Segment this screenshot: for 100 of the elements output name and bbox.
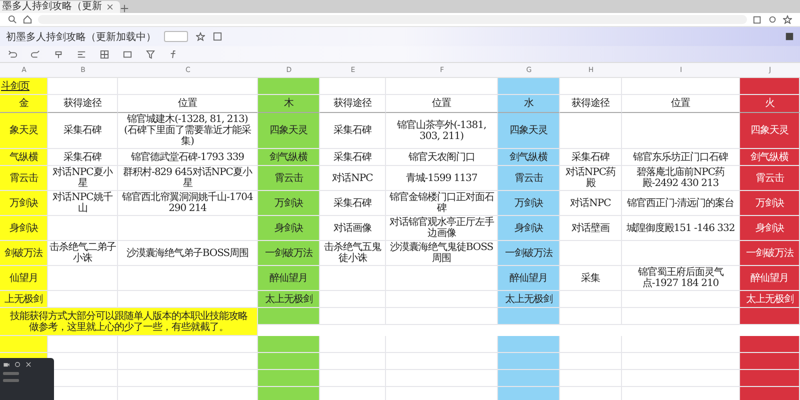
home-icon[interactable] (23, 15, 32, 24)
table-cell: 一剑破万法 (258, 241, 320, 266)
table-cell: 上无极剑 (0, 291, 48, 308)
header-cell: 水 (498, 95, 560, 113)
table-cell: 采集 (560, 266, 622, 291)
table-cell: 碧落庵北庙前NPC药殿-2492 430 213 (622, 166, 740, 191)
table-cell: 锦官城建木(-1328, 81, 213) (石碑下里面了需要靠近才能采集) (118, 113, 258, 149)
close-icon[interactable] (106, 3, 114, 11)
table-cell: 身剑诀 (740, 216, 800, 241)
panel-line (3, 379, 19, 382)
table-cell: 醉仙望月 (498, 266, 560, 291)
table-cell: 采集石碑 (320, 149, 386, 166)
border-icon[interactable] (100, 50, 109, 58)
table-cell: 对话锦官观水亭正厅左手边画像 (386, 216, 498, 241)
camera-icon[interactable] (3, 361, 10, 368)
header-cell: 获得途径 (48, 95, 118, 113)
table-cell: 对话NPC (560, 191, 622, 216)
table-cell: 霄云击 (498, 166, 560, 191)
star-icon[interactable] (196, 32, 205, 41)
table-cell: 身剑诀 (258, 216, 320, 241)
table-cell: 剑气纵横 (258, 149, 320, 166)
table-cell: 对话NPC夏小星 (48, 166, 118, 191)
table-cell: 万剑诀 (0, 191, 48, 216)
table-cell: 锦官东乐坊正门口石碑 (622, 149, 740, 166)
table-cell: 采集石碑 (48, 149, 118, 166)
table-cell: 沙漠囊海绝气弟子BOSS周围 (118, 241, 258, 266)
table-cell: 采集石碑 (48, 113, 118, 149)
table-cell: 一剑破万法 (740, 241, 800, 266)
search-icon[interactable] (8, 15, 17, 24)
table-cell: 锦官金锦楼门口正对面石碑 (386, 191, 498, 216)
table-cell: 气纵横 (0, 149, 48, 166)
settings-icon[interactable] (14, 361, 21, 368)
filter-icon[interactable] (146, 50, 155, 58)
header-cell: 获得途径 (320, 95, 386, 113)
table-cell: 剑破万法 (0, 241, 48, 266)
header-cell: 金 (0, 95, 48, 113)
table-cell: 锦官德武堂石碑-1793 339 (118, 149, 258, 166)
table-cell: 太上无极剑 (740, 291, 800, 308)
table-cell: 锦官西北帘翼洞洞姚千山-1704 290 214 (118, 191, 258, 216)
table-cell: 对话画像 (320, 216, 386, 241)
format-icon[interactable] (54, 50, 63, 58)
table-cell: 四象天灵 (498, 113, 560, 149)
favorite-icon[interactable] (783, 15, 792, 24)
note-text: 技能获得方式大部分可以跟随单人版本的本职业技能攻略做参考，这里就上心的少了一些，有些就截了。 (0, 308, 258, 336)
table-cell: 醉仙望月 (740, 266, 800, 291)
table-cell: 群积村-829 645对话NPC夏小星 (118, 166, 258, 191)
table-cell: 采集石碑 (320, 113, 386, 149)
table-cell: 霄云击 (0, 166, 48, 191)
header-cell: 火 (740, 95, 800, 113)
header-cell: 位置 (386, 95, 498, 113)
table-cell: 对话NPC (320, 166, 386, 191)
table-cell: 身剑诀 (498, 216, 560, 241)
redo-icon[interactable] (31, 50, 40, 58)
table-cell: 青城-1599 1137 (386, 166, 498, 191)
browser-tab[interactable]: 墨多人持剑攻略（更新 (0, 1, 120, 13)
plus-icon[interactable] (120, 4, 129, 13)
table-cell: 对话壁画 (560, 216, 622, 241)
table-cell: 锦官山茶亭外(-1381, 303, 211) (386, 113, 498, 149)
table-cell: 对话NPC药殿 (560, 166, 622, 191)
header-cell: 获得途径 (560, 95, 622, 113)
table-cell: 仙望月 (0, 266, 48, 291)
table-cell: 锦官天农阁门口 (386, 149, 498, 166)
table-cell: 霄云击 (740, 166, 800, 191)
table-cell: 采集石碑 (560, 149, 622, 166)
table-cell: 身剑诀 (0, 216, 48, 241)
document-title: 初墨多人持剑攻略（更新加载中） (6, 30, 156, 44)
table-cell: 击杀绝气五鬼徒小诛 (320, 241, 386, 266)
table-cell: 对话NPC姚千山 (48, 191, 118, 216)
table-cell: 四象天灵 (258, 113, 320, 149)
tab-title: 墨多人持剑攻略（更新 (2, 1, 102, 13)
settings-icon[interactable] (768, 15, 777, 24)
table-cell: 锦官蜀王府后面灵气点-1927 184 210 (622, 266, 740, 291)
panel-line (3, 372, 19, 375)
table-cell: 象天灵 (0, 113, 48, 149)
align-icon[interactable] (77, 50, 86, 58)
table-cell: 采集石碑 (320, 191, 386, 216)
table-cell: 太上无极剑 (498, 291, 560, 308)
table-cell: 醉仙望月 (258, 266, 320, 291)
header-cell: 木 (258, 95, 320, 113)
table-cell: 锦官西正门-清远门的案台 (622, 191, 740, 216)
table-cell: 剑气纵横 (498, 149, 560, 166)
header-cell: 位置 (118, 95, 258, 113)
function-icon[interactable] (169, 50, 178, 58)
table-cell: 万剑诀 (498, 191, 560, 216)
close-icon[interactable] (25, 361, 32, 368)
table-cell: 沙漠囊海绝气鬼徒BOSS周围 (386, 241, 498, 266)
sheet-title: 斗剑页 (0, 78, 48, 95)
square-icon[interactable] (213, 32, 222, 41)
table-cell: 四象天灵 (740, 113, 800, 149)
table-cell: 霄云击 (258, 166, 320, 191)
table-cell: 城隍御度殿151 -146 332 (622, 216, 740, 241)
table-cell: 一剑破万法 (498, 241, 560, 266)
merge-icon[interactable] (123, 50, 132, 58)
undo-icon[interactable] (8, 50, 17, 58)
header-cell: 位置 (622, 95, 740, 113)
table-cell: 万剑诀 (740, 191, 800, 216)
table-cell: 击杀绝气二弟子小诛 (48, 241, 118, 266)
table-cell: 剑气纵横 (740, 149, 800, 166)
table-cell: 太上无极剑 (258, 291, 320, 308)
table-cell: 万剑诀 (258, 191, 320, 216)
